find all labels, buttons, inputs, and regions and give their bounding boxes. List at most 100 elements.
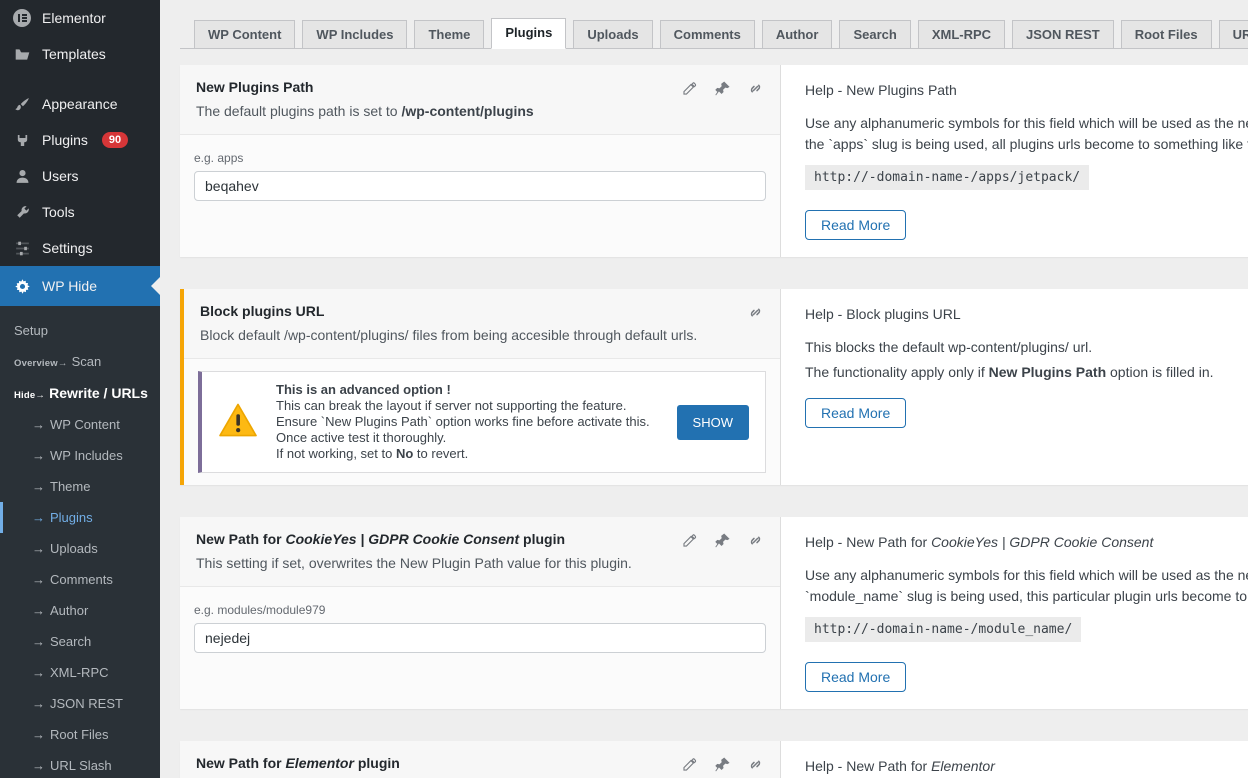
current-menu-arrow [151,277,160,295]
option-description: The default plugins path is set to /wp-c… [196,103,764,119]
tab-xml-rpc[interactable]: XML-RPC [918,20,1005,49]
option-panel: New Path for Elementor plugin This setti… [180,741,780,778]
users-icon [12,166,32,186]
tab-search[interactable]: Search [839,20,910,49]
tab-comments[interactable]: Comments [660,20,755,49]
elementor-icon [12,8,32,28]
sidebar-item-label: Settings [42,240,93,256]
new-path-cookieyes-input[interactable] [194,623,766,653]
link-icon[interactable] [747,532,764,549]
field-example-label: e.g. modules/module979 [194,603,766,617]
sidebar-item-label: Tools [42,204,75,220]
help-text: Use any alphanumeric symbols for this fi… [805,115,1248,131]
read-more-button[interactable]: Read More [805,662,906,692]
option-row-new-path-cookieyes: New Path for CookieYes | GDPR Cookie Con… [180,517,1248,709]
sidebar-separator [0,72,160,86]
help-text: `module_name` slug is being used, this p… [805,588,1248,604]
submenu-item-scan[interactable]: Overview→Scan [0,346,160,377]
submenu-item-comments[interactable]: →Comments [0,564,160,595]
submenu-item-search[interactable]: →Search [0,626,160,657]
help-title: Help - New Path for Elementor [805,758,1248,774]
sidebar-item-label: Templates [42,46,106,62]
option-row-new-path-elementor: New Path for Elementor plugin This setti… [180,741,1248,778]
submenu-item-plugins[interactable]: →Plugins [0,502,160,533]
tab-json-rest[interactable]: JSON REST [1012,20,1114,49]
sidebar-item-label: Elementor [42,10,106,26]
read-more-button[interactable]: Read More [805,398,906,428]
sidebar-item-tools[interactable]: Tools [0,194,160,230]
link-icon[interactable] [747,304,764,321]
new-plugins-path-input[interactable] [194,171,766,201]
help-panel: Help - Block plugins URL This blocks the… [780,289,1248,485]
sidebar-item-settings[interactable]: Settings [0,230,160,266]
pin-icon[interactable] [714,80,731,97]
option-description: This setting if set, overwrites the New … [196,555,764,571]
settings-tab-bar: WP Content WP Includes Theme Plugins Upl… [180,18,1248,49]
warning-text: This is an advanced option ! This can br… [276,382,659,462]
sidebar-item-appearance[interactable]: Appearance [0,86,160,122]
option-header-icons [681,532,764,549]
tab-author[interactable]: Author [762,20,833,49]
sidebar-item-plugins[interactable]: Plugins 90 [0,122,160,158]
field-example-label: e.g. apps [194,151,766,165]
link-icon[interactable] [747,756,764,773]
option-panel: New Path for CookieYes | GDPR Cookie Con… [180,517,780,709]
option-title: New Path for Elementor plugin [196,755,764,771]
submenu-item-setup[interactable]: Setup [0,315,160,346]
tools-wrench-icon [12,202,32,222]
submenu-item-wp-includes[interactable]: →WP Includes [0,440,160,471]
link-icon[interactable] [747,80,764,97]
sidebar-item-elementor[interactable]: Elementor [0,0,160,36]
submenu-item-wp-content[interactable]: →WP Content [0,409,160,440]
help-panel: Help - New Plugins Path Use any alphanum… [780,65,1248,257]
option-row-block-plugins-url: Block plugins URL Block default /wp-cont… [180,289,1248,485]
main-content: WP Content WP Includes Theme Plugins Upl… [160,0,1248,778]
option-body: e.g. modules/module979 [180,587,780,697]
submenu-item-uploads[interactable]: →Uploads [0,533,160,564]
option-header-icons [681,80,764,97]
option-title: Block plugins URL [200,303,764,319]
tab-plugins[interactable]: Plugins [491,18,566,49]
tab-url-slash[interactable]: URL Slash [1219,20,1248,49]
show-button[interactable]: SHOW [677,405,749,440]
tab-theme[interactable]: Theme [414,20,484,49]
submenu-item-author[interactable]: →Author [0,595,160,626]
settings-sliders-icon [12,238,32,258]
sidebar-item-label: WP Hide [42,278,97,294]
pencil-icon[interactable] [681,532,698,549]
submenu-item-url-slash[interactable]: →URL Slash [0,750,160,778]
help-title: Help - New Plugins Path [805,82,1248,98]
plugins-count-badge: 90 [102,132,128,148]
option-body: This is an advanced option ! This can br… [184,359,780,485]
sidebar-item-wp-hide[interactable]: WP Hide [0,266,160,306]
submenu-item-root-files[interactable]: →Root Files [0,719,160,750]
option-header-icons [747,304,764,321]
pin-icon[interactable] [714,532,731,549]
wp-hide-gear-icon [12,276,32,296]
submenu-item-xml-rpc[interactable]: →XML-RPC [0,657,160,688]
wp-hide-submenu: Setup Overview→Scan Hide→Rewrite / URLs … [0,306,160,778]
tab-root-files[interactable]: Root Files [1121,20,1212,49]
tab-wp-content[interactable]: WP Content [194,20,295,49]
option-header: Block plugins URL Block default /wp-cont… [184,289,780,359]
appearance-brush-icon [12,94,32,114]
help-panel: Help - New Path for Elementor Use any al… [780,741,1248,778]
pin-icon[interactable] [714,756,731,773]
sidebar-item-templates[interactable]: Templates [0,36,160,72]
help-text: the `apps` slug is being used, all plugi… [805,136,1248,152]
read-more-button[interactable]: Read More [805,210,906,240]
submenu-item-rewrite-urls[interactable]: Hide→Rewrite / URLs [0,377,160,409]
option-header-icons [681,756,764,773]
option-panel: New Plugins Path The default plugins pat… [180,65,780,257]
pencil-icon[interactable] [681,80,698,97]
pencil-icon[interactable] [681,756,698,773]
option-title: New Path for CookieYes | GDPR Cookie Con… [196,531,764,547]
option-title: New Plugins Path [196,79,764,95]
tab-uploads[interactable]: Uploads [573,20,652,49]
option-header: New Path for CookieYes | GDPR Cookie Con… [180,517,780,587]
tab-wp-includes[interactable]: WP Includes [302,20,407,49]
submenu-item-json-rest[interactable]: →JSON REST [0,688,160,719]
submenu-item-theme[interactable]: →Theme [0,471,160,502]
sidebar-item-users[interactable]: Users [0,158,160,194]
help-title: Help - Block plugins URL [805,306,1248,322]
